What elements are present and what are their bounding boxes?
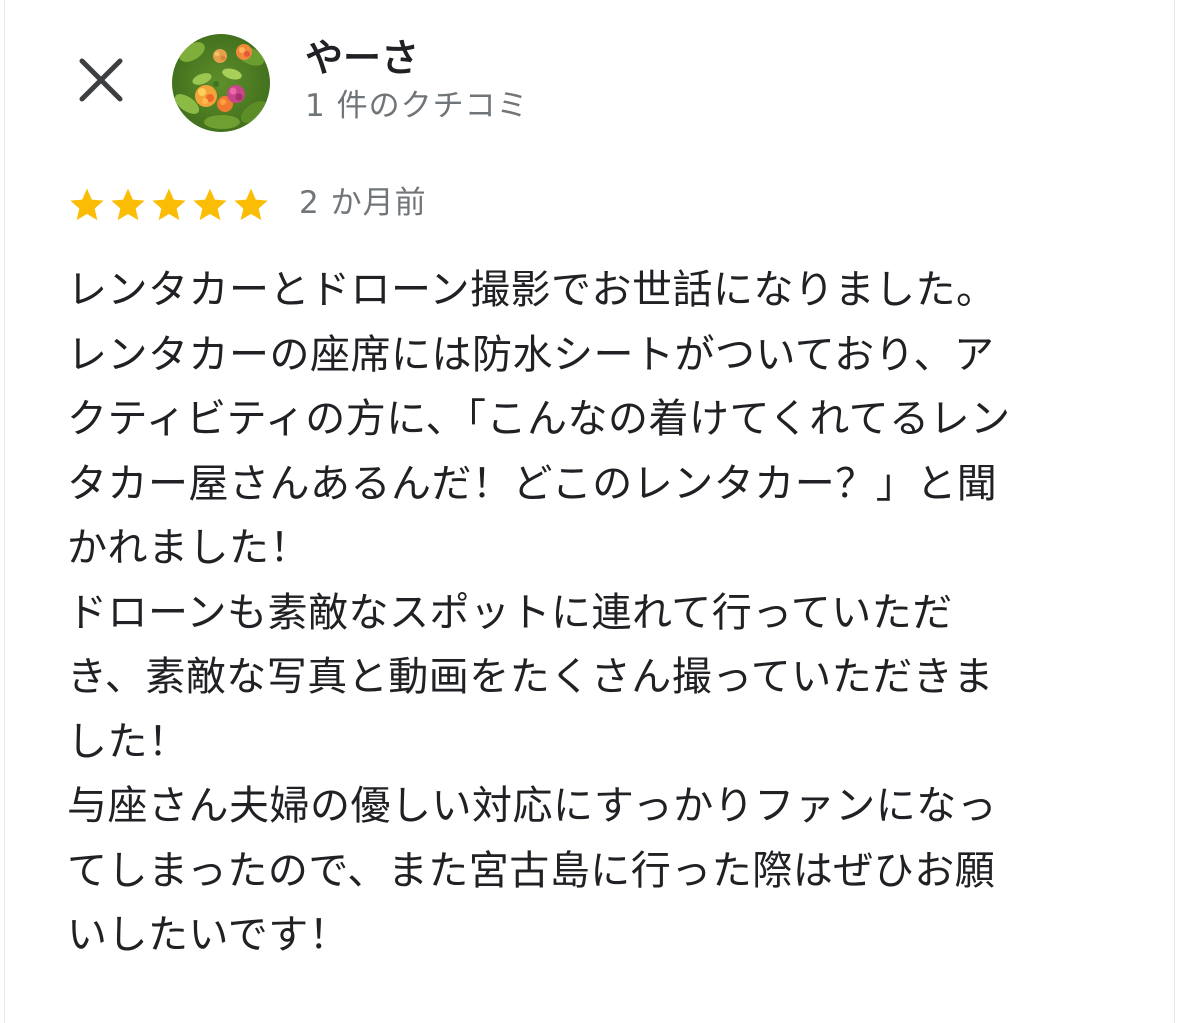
star-icon [234, 188, 268, 221]
close-button[interactable] [67, 46, 135, 114]
avatar[interactable] [172, 34, 270, 132]
stars-container [67, 185, 272, 225]
reviewer-name[interactable]: やーさ [305, 34, 419, 82]
review-line: いしたいです！ [67, 912, 350, 958]
review-line: てしまったので、また宮古島に行った際はぜひお願 [67, 847, 996, 894]
star-icon [152, 188, 186, 221]
review-line: ドローンも素敵なスポットに連れて行っていただ [67, 589, 953, 636]
star-icon [193, 188, 227, 221]
reviewer-review-count: 1 件のクチコミ [305, 88, 529, 124]
review-line: レンタカーの座席には防水シートがついており、ア [67, 331, 995, 378]
review-line: した！ [67, 718, 189, 765]
close-icon [79, 58, 123, 102]
review-line: 与座さん夫婦の優しい対応にすっかりファンになっ [67, 783, 998, 829]
review-line: き、素敵な写真と動画をたくさん撮っていただきま [67, 654, 994, 700]
review-line: かれました！ [67, 525, 310, 571]
star-rating [67, 183, 272, 227]
star-icon [70, 188, 104, 221]
review-text: レンタカーとドローン撮影でお世話になりました。 レンタカーの座席には防水シートが… [67, 258, 1127, 968]
review-line: レンタカーとドローン撮影でお世話になりました。 [67, 267, 997, 313]
review-date: 2 か月前 [299, 185, 427, 221]
review-line: タカー屋さんあるんだ！どこのレンタカー？」と聞 [67, 460, 998, 507]
review-panel: やーさ 1 件のクチコミ 2 か月前 レンタカーとドローン撮影でお世話になりまし… [4, 0, 1175, 1023]
star-icon [111, 188, 145, 221]
review-line: クティビティの方に、「こんなの着けてくれてるレン [67, 396, 1011, 442]
flower-avatar-image [172, 34, 270, 132]
